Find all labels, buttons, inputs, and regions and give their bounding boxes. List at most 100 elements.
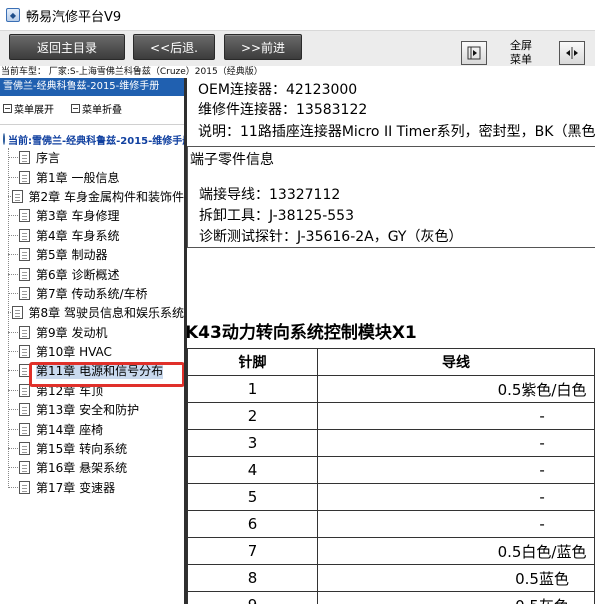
tree-item[interactable]: 第14章 座椅	[0, 419, 184, 438]
pin-column-header: 针脚	[187, 348, 319, 376]
wire-color-cell: -	[317, 456, 595, 484]
sidebar: 雪佛兰-经典科鲁兹-2015-维修手册 菜单展开 菜单折叠 当前:雪佛兰-经典科…	[0, 78, 185, 604]
terminal-lead-text: 端接导线：13327112	[199, 187, 341, 203]
menu-expand-label: 菜单展开	[14, 104, 54, 116]
tree-item-label: 第14章 座椅	[36, 422, 104, 437]
tree-connector	[8, 215, 18, 217]
main-content: OEM连接器：42123000 维修件连接器：13583122 说明：11路插座…	[187, 78, 595, 604]
tree-item[interactable]: 第2章 车身金属构件和装饰件	[0, 187, 184, 206]
forward-button[interactable]: >>前进	[224, 34, 302, 60]
tree-root-label: 当前:雪佛兰-经典科鲁兹-2015-维修手册	[8, 135, 184, 147]
table-row: 5-	[187, 483, 595, 511]
document-icon	[19, 442, 30, 456]
removal-tool-text: 拆卸工具：J-38125-553	[199, 208, 354, 224]
tree-item-label: 第10章 HVAC	[36, 345, 112, 360]
tree-item[interactable]: 第4章 车身系统	[0, 226, 184, 245]
menu-collapse-button[interactable]: 菜单折叠	[71, 101, 122, 116]
document-icon	[11, 189, 23, 203]
tree-connector	[8, 254, 18, 256]
tree-item-label: 第4章 车身系统	[36, 228, 120, 243]
menu-collapse-label: 菜单折叠	[82, 104, 122, 116]
pin-table: 针脚 导线 1 0.5紫色/白色 2-3-4-5-6-7 0.5白色/蓝色 8 0.5蓝色…	[187, 348, 595, 604]
collapse-icon	[71, 103, 80, 113]
tree-connector	[8, 157, 18, 159]
document-icon	[19, 209, 30, 223]
tree-item[interactable]: 第10章 HVAC	[0, 342, 184, 361]
table-row: 8 0.5蓝色	[187, 564, 595, 592]
tree-item-label: 第11章 电源和信号分布	[36, 362, 164, 380]
test-probe-text: 诊断测试探针：J-35616-2A，GY（灰色）	[199, 229, 463, 245]
home-button[interactable]: 返回主目录	[9, 34, 125, 60]
expand-icon	[3, 103, 12, 113]
table-row: 3-	[187, 429, 595, 457]
tree-item[interactable]: 第1章 一般信息	[0, 167, 184, 186]
tree-item[interactable]: 第8章 驾驶员信息和娱乐系统	[0, 303, 184, 322]
tree-connector	[8, 292, 18, 294]
pin-number-cell: 1	[187, 375, 319, 403]
fullscreen-toggle-button[interactable]	[559, 41, 585, 65]
service-connector-text: 维修件连接器：13583122	[198, 102, 368, 118]
back-button[interactable]: <<后退.	[133, 34, 215, 60]
tree-item[interactable]: 第13章 安全和防护	[0, 400, 184, 419]
expand-arrows-icon	[566, 47, 578, 59]
tree-connector	[8, 428, 18, 430]
tree-item-label: 第1章 一般信息	[36, 170, 120, 185]
pin-table-body: 10.5紫色/白色2-3-4-5-6-70.5白色/蓝色80.5蓝色90.5灰色	[187, 375, 595, 604]
fullscreen-label-line1: 全屏	[510, 39, 532, 52]
tree-item-label: 第6章 诊断概述	[36, 267, 120, 282]
tree-item-label: 第17章 变速器	[36, 480, 116, 495]
wire-color-cell: 0.5紫色/白色	[317, 375, 595, 403]
document-icon	[19, 461, 30, 475]
pin-number-cell: 2	[187, 402, 319, 430]
tree-connector	[8, 331, 18, 333]
tree-item[interactable]: 第12章 车顶	[0, 381, 184, 400]
fullscreen-menu-label[interactable]: 全屏 菜单	[505, 39, 537, 67]
tree-connector	[8, 273, 18, 275]
document-icon	[19, 151, 30, 165]
pin-number-cell: 3	[187, 429, 319, 457]
document-icon	[19, 345, 30, 359]
tree-item[interactable]: 第3章 车身修理	[0, 206, 184, 225]
pin-number-cell: 6	[187, 510, 319, 538]
app-logo-icon: ◆	[6, 8, 20, 22]
tree-connector	[8, 195, 11, 197]
tree-item[interactable]: 第6章 诊断概述	[0, 264, 184, 283]
tree-item[interactable]: 第5章 制动器	[0, 245, 184, 264]
menu-expand-button[interactable]: 菜单展开	[3, 101, 54, 116]
document-icon	[19, 248, 30, 262]
collapse-sidebar-button[interactable]	[461, 41, 487, 65]
table-row: 7 0.5白色/蓝色	[187, 537, 595, 565]
terminal-parts-box: 端子零件信息 端接导线：13327112 拆卸工具：J-38125-553 诊断…	[187, 146, 595, 248]
tree-connector	[8, 176, 18, 178]
panel-left-icon	[467, 46, 481, 60]
tree-connector	[8, 370, 18, 372]
wire-color-cell: -	[317, 510, 595, 538]
tree-item-label: 第2章 车身金属构件和装饰件	[28, 189, 184, 204]
document-icon	[19, 325, 30, 339]
tree-connector	[8, 312, 11, 314]
terminal-parts-title: 端子零件信息	[190, 152, 274, 168]
tree-item-label: 第13章 安全和防护	[36, 403, 140, 418]
wire-color-cell: 0.5白色/蓝色	[317, 537, 595, 565]
tree-item[interactable]: 第11章 电源和信号分布	[0, 361, 184, 380]
pin-number-cell: 4	[187, 456, 319, 484]
table-row: 2-	[187, 402, 595, 430]
menu-toggle-row: 菜单展开 菜单折叠	[0, 96, 184, 120]
document-icon	[19, 228, 30, 242]
wire-color-cell: -	[317, 402, 595, 430]
tree-item[interactable]: 第15章 转向系统	[0, 439, 184, 458]
tree-item-label: 第8章 驾驶员信息和娱乐系统	[28, 306, 184, 321]
document-icon	[19, 286, 30, 300]
tree-item[interactable]: 第17章 变速器	[0, 478, 184, 497]
wire-color-cell: 0.5蓝色	[317, 564, 595, 592]
tree-item[interactable]: 第16章 悬架系统	[0, 458, 184, 477]
document-icon	[19, 403, 30, 417]
wire-color-cell: -	[317, 483, 595, 511]
tree-item[interactable]: 第9章 发动机	[0, 323, 184, 342]
tree-item[interactable]: 第7章 传动系统/车桥	[0, 284, 184, 303]
oem-connector-text: OEM连接器：42123000	[198, 82, 358, 98]
tree-item[interactable]: 序言	[0, 148, 184, 167]
document-icon	[19, 267, 30, 281]
tree-root-current[interactable]: 当前:雪佛兰-经典科鲁兹-2015-维修手册	[0, 130, 184, 148]
tree-item-label: 第5章 制动器	[36, 248, 108, 263]
